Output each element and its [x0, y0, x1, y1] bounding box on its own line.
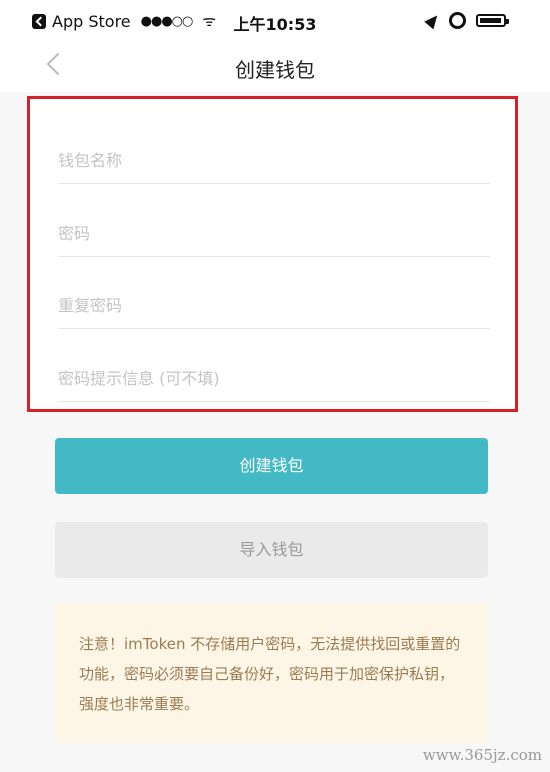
nav-bar: 创建钱包 [0, 44, 550, 92]
repeat-password-input[interactable] [58, 296, 490, 315]
location-arrow-icon [424, 11, 442, 30]
password-hint-input[interactable] [58, 369, 490, 388]
watermark: www.365jz.com [422, 746, 542, 764]
page-title: 创建钱包 [235, 58, 315, 82]
create-wallet-button[interactable]: 创建钱包 [55, 438, 488, 494]
security-notice: 注意！imToken 不存储用户密码，无法提供找回或重置的功能，密码必须要自己备… [55, 603, 488, 743]
alarm-icon [449, 12, 466, 29]
create-wallet-screen: App Store ●●●○○ ᯤ 上午10:53 创建钱包 创建钱包 导入钱包… [0, 0, 550, 772]
wallet-name-field-row [58, 123, 490, 184]
status-bar: App Store ●●●○○ ᯤ 上午10:53 [0, 0, 550, 44]
wallet-name-input[interactable] [58, 151, 490, 170]
password-input[interactable] [58, 224, 490, 243]
wallet-form [27, 96, 518, 412]
password-field-row [58, 196, 490, 257]
password-hint-field-row [58, 341, 490, 402]
status-right [424, 11, 509, 30]
import-wallet-button[interactable]: 导入钱包 [55, 522, 488, 578]
repeat-password-field-row [58, 268, 490, 329]
battery-icon [476, 14, 509, 27]
